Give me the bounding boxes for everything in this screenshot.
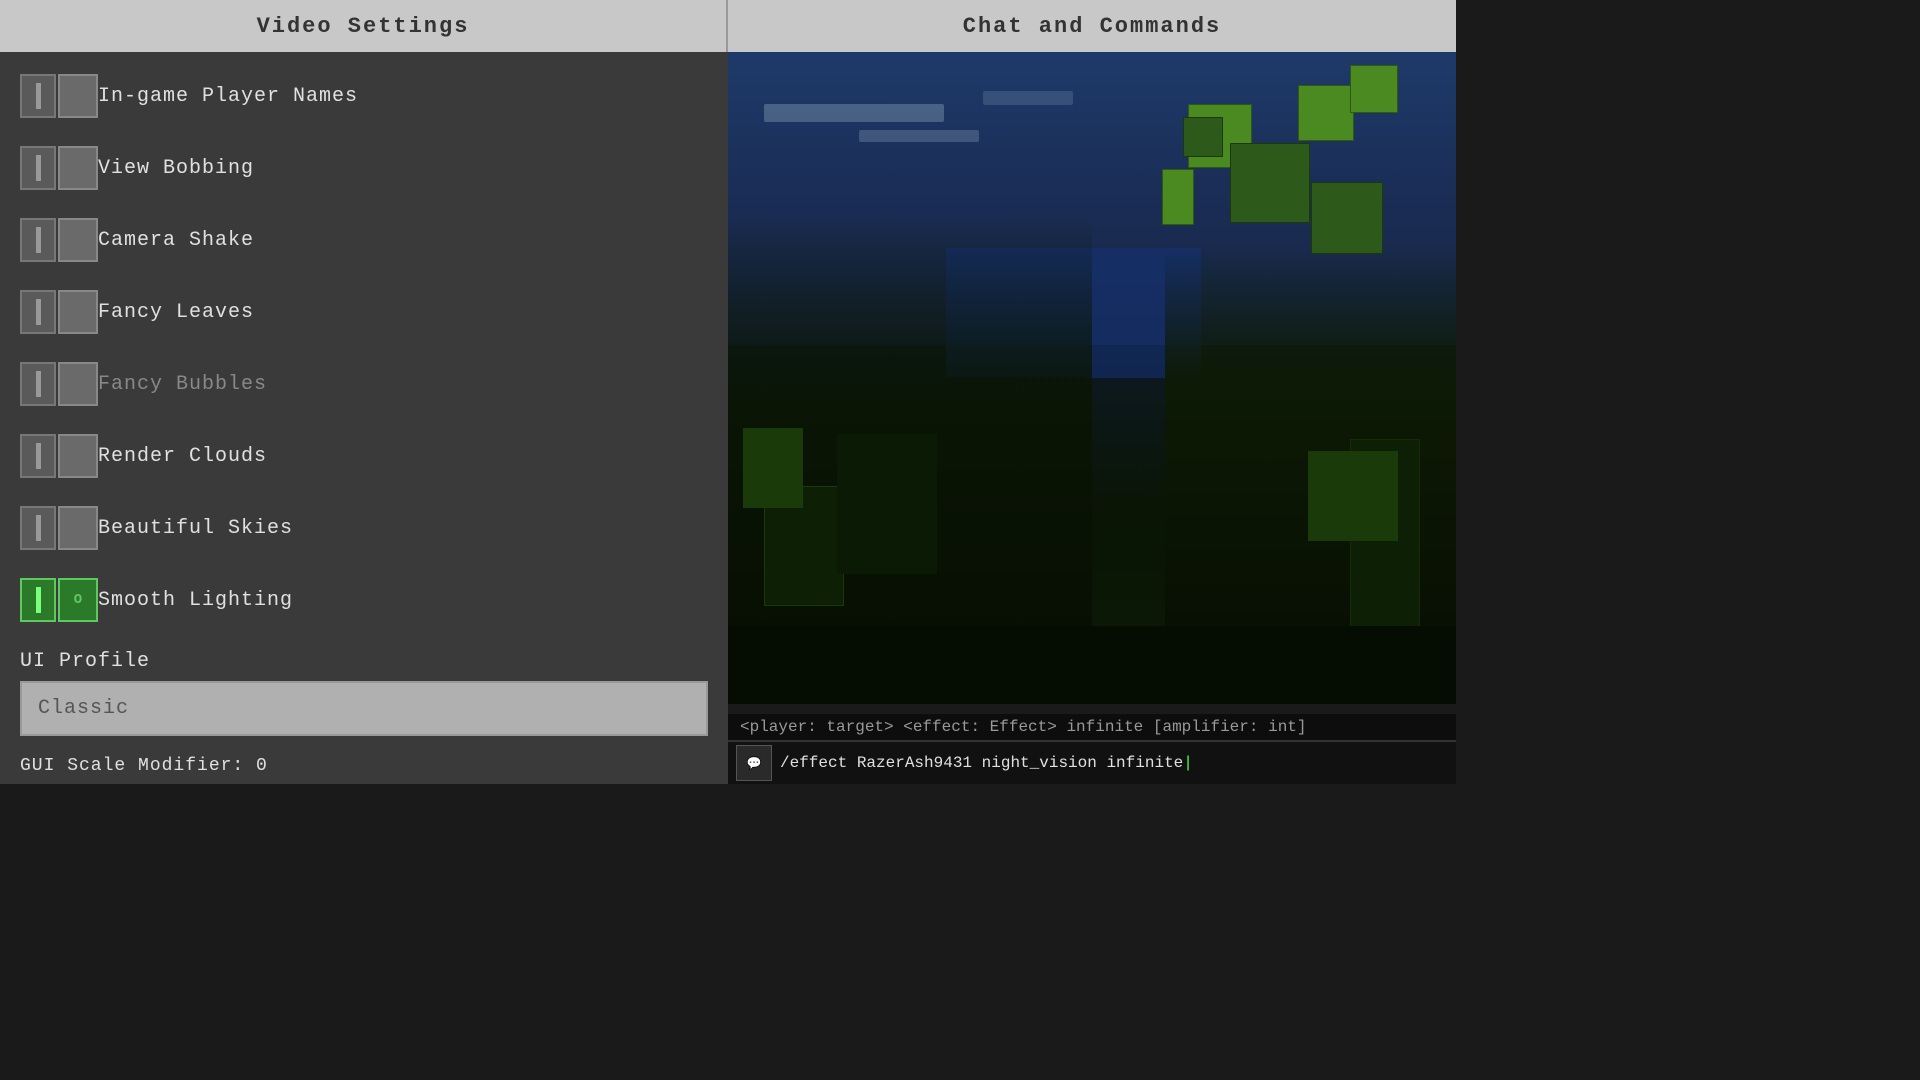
toggle-right [58, 434, 98, 478]
chat-icon: 💬 [747, 756, 762, 771]
toggle-left [20, 218, 56, 262]
toggle-left [20, 434, 56, 478]
chat-hint: <player: target> <effect: Effect> infini… [728, 714, 1456, 740]
chat-area: <player: target> <effect: Effect> infini… [728, 704, 1456, 784]
video-settings-title: Video Settings [257, 14, 470, 39]
toggle-left-green [20, 578, 56, 622]
label-fancy-bubbles: Fancy Bubbles [98, 373, 267, 396]
gui-scale-text: GUI Scale Modifier: 0 [20, 756, 268, 776]
toggle-left [20, 290, 56, 334]
chat-commands-title: Chat and Commands [963, 14, 1221, 39]
gui-scale-footer: GUI Scale Modifier: 0 [0, 748, 728, 784]
toggle-right [58, 218, 98, 262]
toggle-fancy-bubbles[interactable] [20, 362, 98, 406]
toggle-view-bobbing[interactable] [20, 146, 98, 190]
leaf-block-3 [1298, 85, 1354, 141]
label-smooth-lighting: Smooth Lighting [98, 589, 293, 612]
leaf-block-2 [1230, 143, 1310, 223]
tree-trunk-2 [837, 434, 937, 574]
setting-row-fancy-leaves[interactable]: Fancy Leaves [0, 276, 728, 348]
label-fancy-leaves: Fancy Leaves [98, 301, 254, 324]
leaf-block-7 [1162, 169, 1194, 225]
tree-foliage-2 [1308, 451, 1398, 541]
cloud-2 [859, 130, 979, 142]
settings-list: In-game Player Names View Bobbing Camera… [0, 52, 728, 642]
toggle-render-clouds[interactable] [20, 434, 98, 478]
ui-profile-label: UI Profile [20, 650, 708, 673]
toggle-right [58, 290, 98, 334]
toggle-smooth-lighting[interactable]: O [20, 578, 98, 622]
toggle-left [20, 506, 56, 550]
toggle-right [58, 362, 98, 406]
right-panel: <player: target> <effect: Effect> infini… [728, 52, 1456, 784]
toggle-right [58, 74, 98, 118]
setting-row-render-clouds[interactable]: Render Clouds [0, 420, 728, 492]
leaf-block-6 [1183, 117, 1223, 157]
ground [728, 626, 1456, 704]
setting-row-beautiful-skies[interactable]: Beautiful Skies [0, 492, 728, 564]
main-content: In-game Player Names View Bobbing Camera… [0, 52, 1456, 784]
chat-command-input[interactable]: /effect RazerAsh9431 night_vision infini… [780, 754, 1448, 772]
toggle-player-names[interactable] [20, 74, 98, 118]
cursor: | [1183, 754, 1193, 772]
cloud-1 [764, 104, 944, 122]
cloud-3 [983, 91, 1073, 105]
toggle-beautiful-skies[interactable] [20, 506, 98, 550]
toggle-right [58, 146, 98, 190]
toggle-left [20, 362, 56, 406]
setting-row-fancy-bubbles[interactable]: Fancy Bubbles [0, 348, 728, 420]
toggle-left [20, 74, 56, 118]
setting-row-view-bobbing[interactable]: View Bobbing [0, 132, 728, 204]
toggle-right-green: O [58, 578, 98, 622]
tree-foliage-1 [743, 428, 803, 508]
toggle-right [58, 506, 98, 550]
chat-input-bar[interactable]: 💬 /effect RazerAsh9431 night_vision infi… [728, 740, 1456, 784]
toggle-fancy-leaves[interactable] [20, 290, 98, 334]
label-camera-shake: Camera Shake [98, 229, 254, 252]
toggle-left [20, 146, 56, 190]
header-bar: Video Settings Chat and Commands [0, 0, 1456, 52]
chat-commands-header: Chat and Commands [728, 0, 1456, 52]
setting-row-camera-shake[interactable]: Camera Shake [0, 204, 728, 276]
toggle-camera-shake[interactable] [20, 218, 98, 262]
setting-row-smooth-lighting[interactable]: O Smooth Lighting [0, 564, 728, 636]
leaf-block-4 [1311, 182, 1383, 254]
command-text: /effect RazerAsh9431 night_vision infini… [780, 754, 1183, 772]
ui-profile-dropdown[interactable]: Classic [20, 681, 708, 736]
game-view [728, 52, 1456, 704]
chat-icon-box: 💬 [736, 745, 772, 781]
label-render-clouds: Render Clouds [98, 445, 267, 468]
ui-profile-section: UI Profile Classic [0, 642, 728, 748]
label-player-names: In-game Player Names [98, 85, 358, 108]
label-beautiful-skies: Beautiful Skies [98, 517, 293, 540]
setting-row-player-names[interactable]: In-game Player Names [0, 60, 728, 132]
leaf-block-5 [1350, 65, 1398, 113]
label-view-bobbing: View Bobbing [98, 157, 254, 180]
video-settings-header: Video Settings [0, 0, 728, 52]
left-panel: In-game Player Names View Bobbing Camera… [0, 52, 728, 784]
